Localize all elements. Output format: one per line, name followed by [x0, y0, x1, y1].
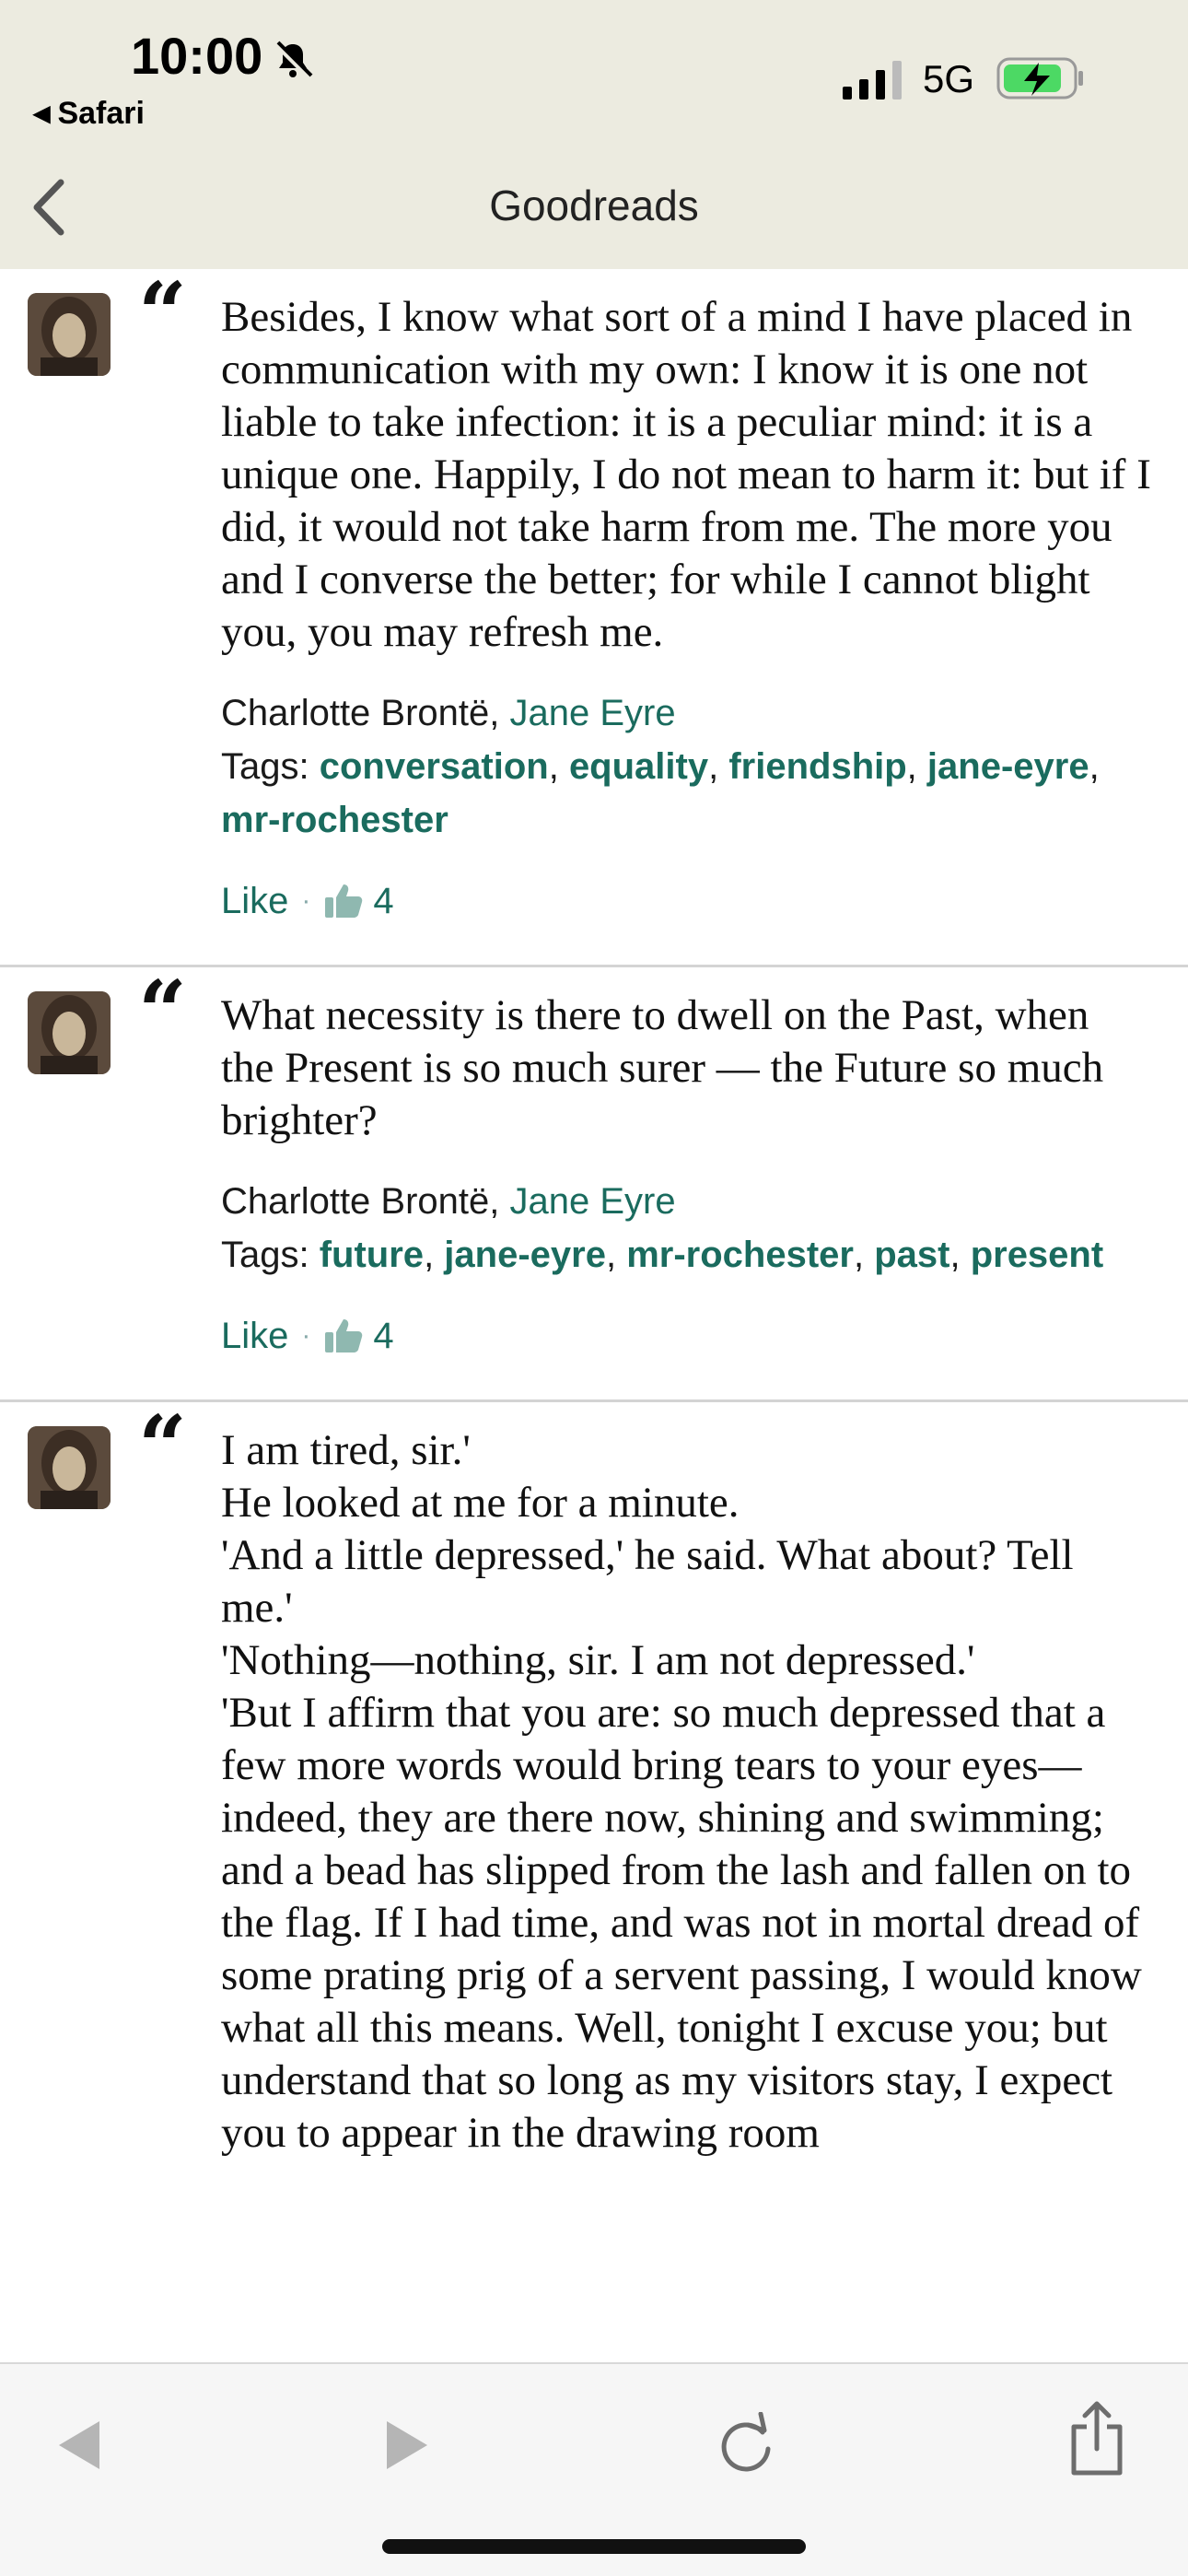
- tag-link[interactable]: present: [971, 1235, 1104, 1275]
- thumbs-up-icon: [325, 884, 363, 918]
- quote-mark-icon: “: [138, 269, 187, 363]
- cellular-signal-icon: [843, 61, 902, 100]
- tag-link[interactable]: past: [874, 1235, 949, 1275]
- quote-attribution: Charlotte Brontë, Jane Eyre: [221, 693, 676, 733]
- tags-label: Tags:: [221, 1235, 309, 1275]
- tag-link[interactable]: future: [320, 1235, 424, 1275]
- forward-arrow-icon[interactable]: [381, 2418, 433, 2473]
- quote-mark-icon: “: [138, 1397, 187, 1496]
- page-title: Goodreads: [489, 181, 699, 229]
- quote-item: “ What necessity is there to dwell on th…: [0, 967, 1188, 1402]
- thumbs-up-icon: [325, 1319, 363, 1352]
- status-time: 10:00: [131, 27, 263, 85]
- quote-text: I am tired, sir.' He looked at me for a …: [221, 1426, 1142, 2157]
- separator-dot: ·: [301, 1320, 311, 1351]
- quote-attribution: Charlotte Brontë, Jane Eyre: [221, 1181, 676, 1222]
- reload-icon[interactable]: [716, 2412, 777, 2476]
- tag-link[interactable]: conversation: [320, 746, 549, 787]
- book-title-link[interactable]: Jane Eyre: [510, 693, 676, 733]
- tag-link[interactable]: jane-eyre: [927, 746, 1089, 787]
- tag-link[interactable]: equality: [569, 746, 708, 787]
- bell-slash-icon: [274, 41, 313, 80]
- quote-mark-icon: “: [138, 962, 187, 1061]
- like-count: 4: [373, 880, 394, 921]
- quotes-list: “ Besides, I know what sort of a mind I …: [0, 269, 1188, 2362]
- share-icon[interactable]: [1068, 2399, 1125, 2478]
- author-name[interactable]: Charlotte Brontë: [221, 1181, 489, 1222]
- tag-link[interactable]: mr-rochester: [221, 800, 448, 840]
- author-avatar[interactable]: [28, 1426, 111, 1509]
- quote-tags: Tags: future, jane-eyre, mr-rochester, p…: [221, 1235, 1104, 1275]
- network-type: 5G: [923, 57, 975, 100]
- app-header: 10:00 ◀ Safari 5G Goodreads: [0, 0, 1188, 269]
- tag-link[interactable]: mr-rochester: [626, 1235, 854, 1275]
- quote-text: Besides, I know what sort of a mind I ha…: [221, 293, 1151, 656]
- author-name[interactable]: Charlotte Brontë: [221, 693, 489, 733]
- separator-dot: ·: [301, 885, 311, 916]
- quote-item: “ Besides, I know what sort of a mind I …: [0, 269, 1188, 967]
- like-row: Like · 4: [221, 878, 1151, 924]
- home-indicator[interactable]: [382, 2539, 806, 2554]
- quote-text: What necessity is there to dwell on the …: [221, 991, 1104, 1144]
- book-title-link[interactable]: Jane Eyre: [510, 1181, 676, 1222]
- quote-tags: Tags: conversation, equality, friendship…: [221, 746, 1100, 840]
- battery-charging-icon: [996, 57, 1083, 100]
- author-avatar[interactable]: [28, 293, 111, 376]
- back-to-app-link[interactable]: ◀ Safari: [33, 96, 145, 132]
- like-button[interactable]: Like: [221, 1316, 288, 1357]
- tags-label: Tags:: [221, 746, 309, 787]
- quote-item: “ I am tired, sir.' He looked at me for …: [0, 1402, 1188, 2200]
- like-count: 4: [373, 1315, 394, 1356]
- tag-link[interactable]: jane-eyre: [444, 1235, 606, 1275]
- back-app-label: Safari: [57, 96, 145, 131]
- tag-link[interactable]: friendship: [728, 746, 906, 787]
- back-triangle-icon: ◀: [33, 101, 51, 126]
- back-arrow-icon[interactable]: [53, 2418, 105, 2473]
- author-avatar[interactable]: [28, 991, 111, 1074]
- like-row: Like · 4: [221, 1313, 1151, 1359]
- like-button[interactable]: Like: [221, 881, 288, 922]
